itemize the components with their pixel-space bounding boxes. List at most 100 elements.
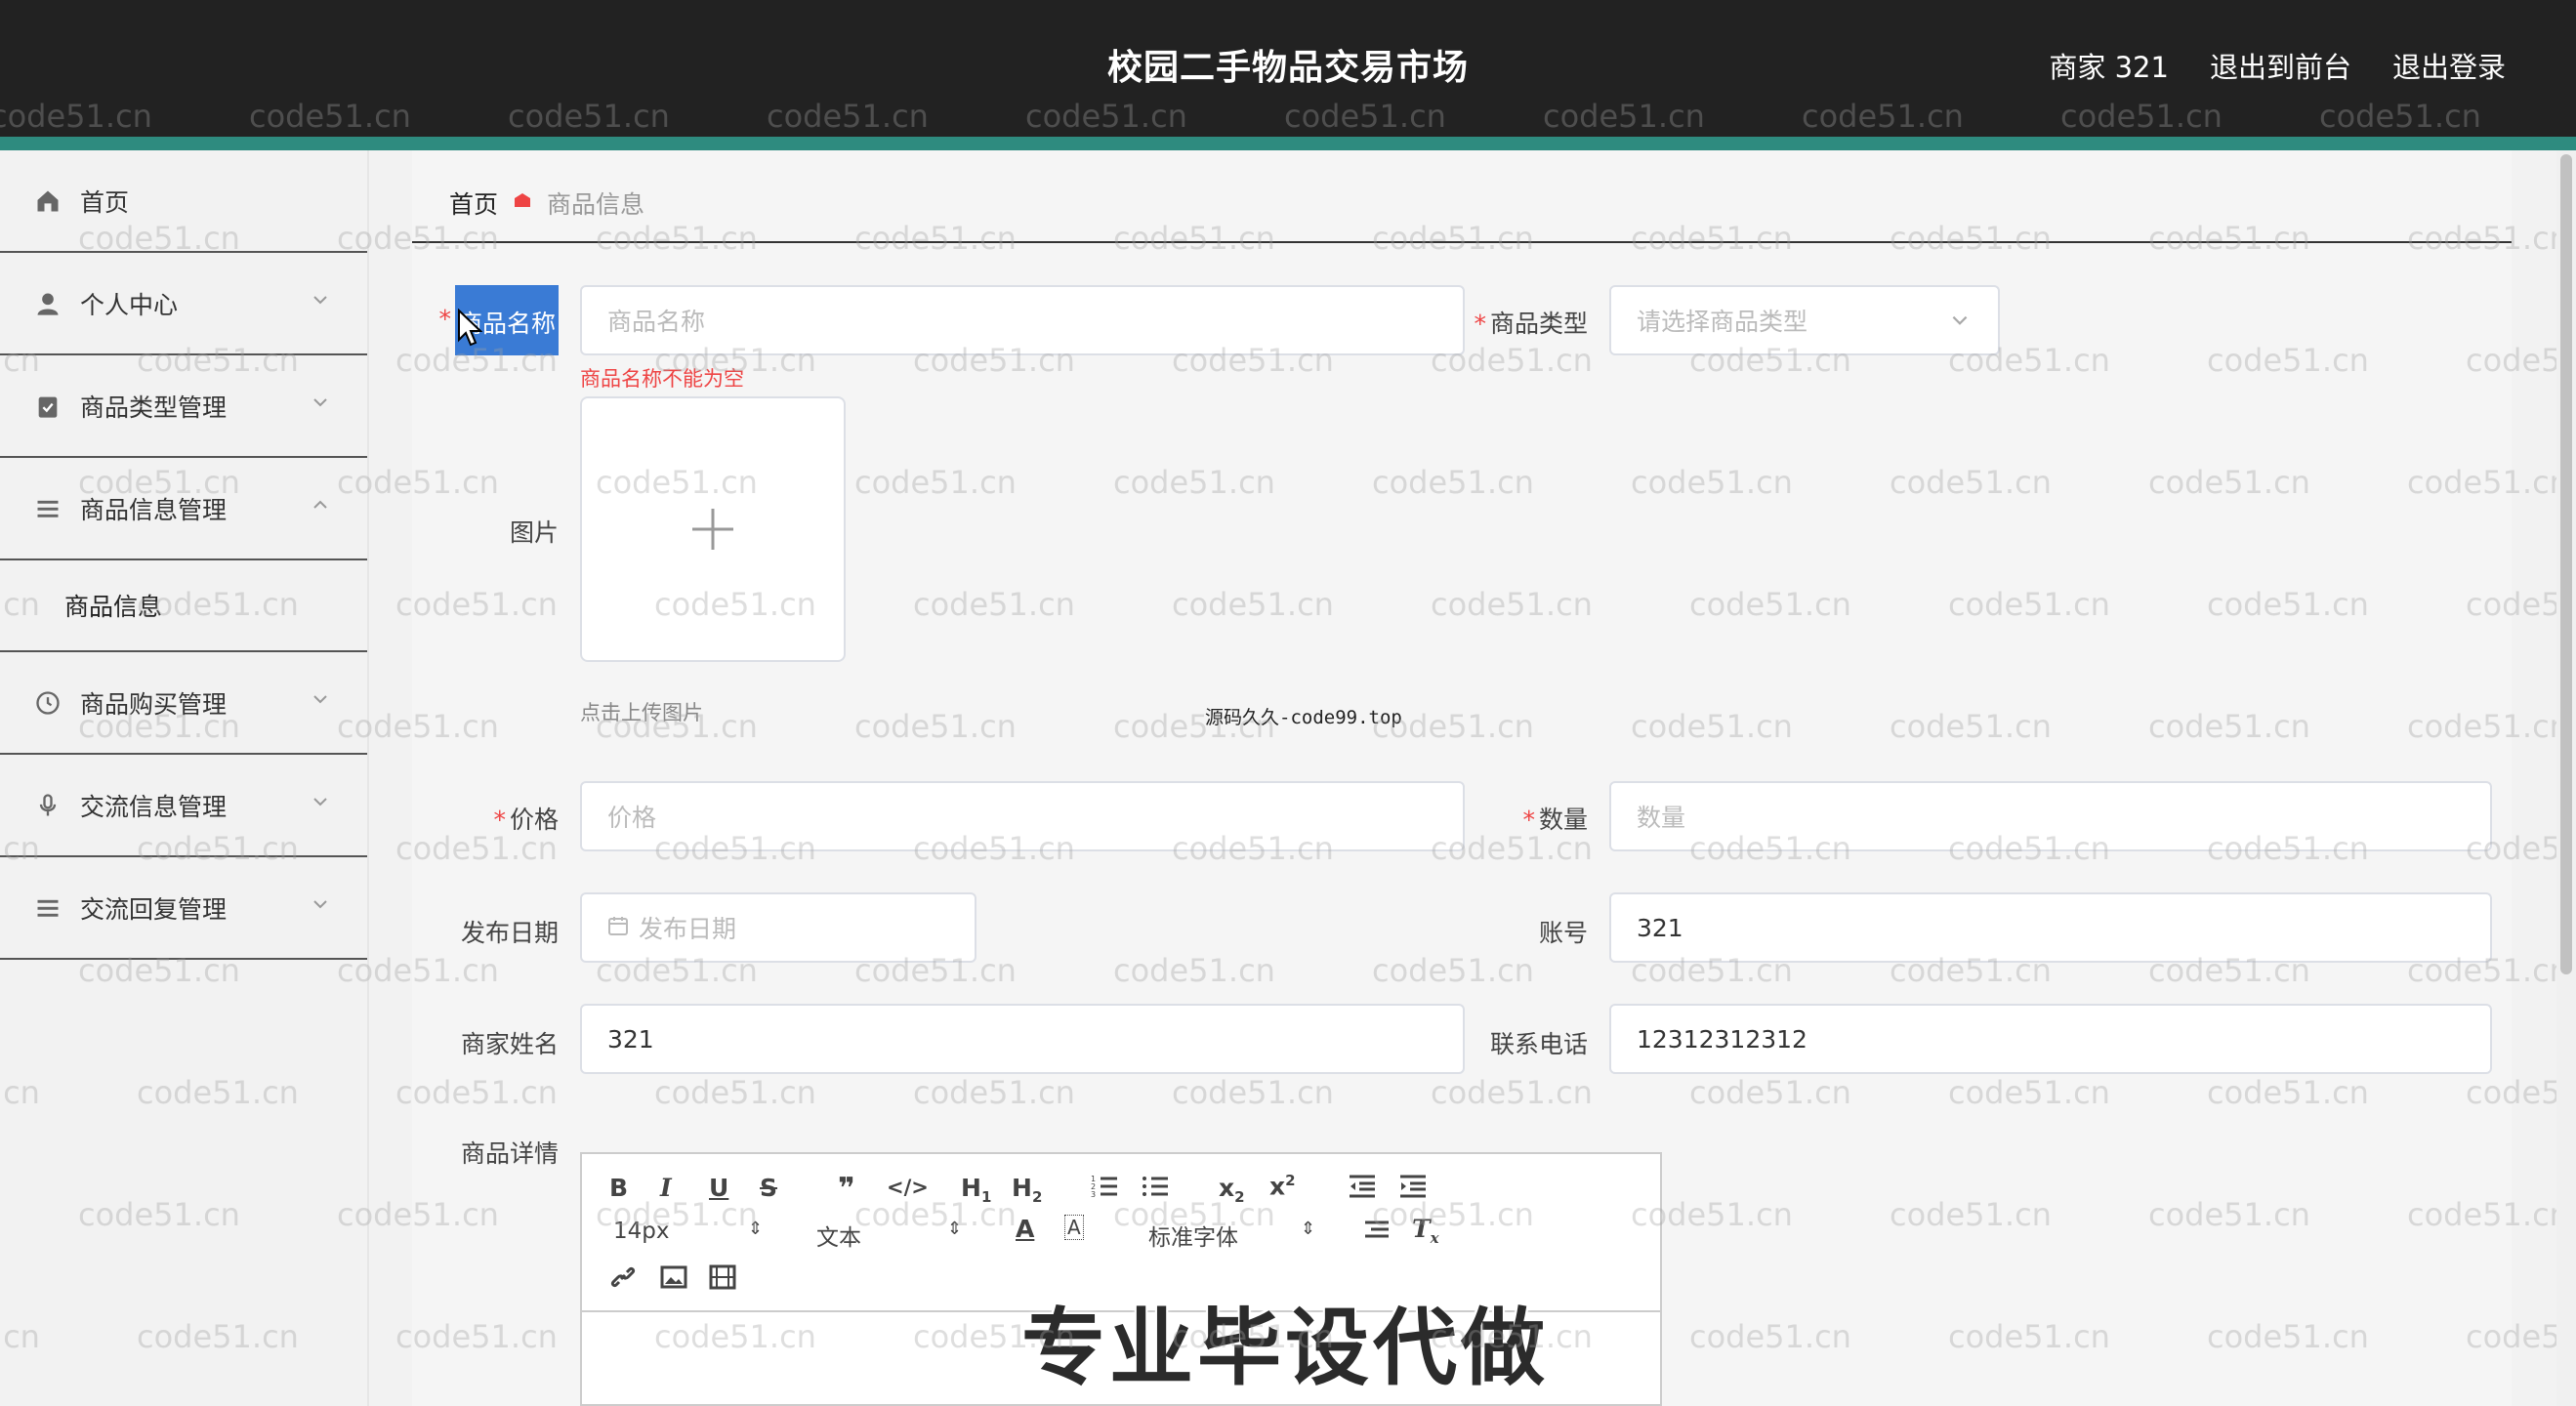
chevron-down-icon [311,689,332,711]
price-label: * 价格 [493,806,559,834]
big-overlay-text: 专业毕设代做 [1021,1300,1549,1397]
font-family-select[interactable]: 标准字体 [1148,1219,1238,1252]
phone-label: 联系电话 [1489,1030,1588,1058]
indent-icon[interactable] [1398,1172,1428,1207]
user-name: 商家 321 [2049,51,2169,84]
breadcrumb: 首页 商品信息 [449,186,644,221]
strike-button[interactable]: S [760,1174,777,1202]
underline-button[interactable]: U [709,1174,728,1202]
font-size-select[interactable]: 14px [613,1219,669,1244]
ordered-list-icon[interactable]: 123 [1090,1172,1119,1207]
merchant-name-input[interactable]: 321 [580,1004,1465,1074]
clock-icon [33,688,62,718]
chevron-down-icon [311,894,332,916]
sidebar-item-exchange[interactable]: 交流信息管理 [0,755,367,857]
image-upload[interactable] [580,396,846,662]
chevron-down-icon [311,792,332,813]
scrollbar-thumb[interactable] [2560,154,2572,974]
name-error: 商品名称不能为空 [580,367,744,391]
type-select-placeholder: 请选择商品类型 [1637,308,1808,336]
background-color-button[interactable]: A [1064,1215,1084,1240]
sidebar-item-category[interactable]: 商品类型管理 [0,355,367,458]
header-accent-bar [0,137,2576,150]
svg-text:3: 3 [1091,1190,1096,1199]
image-label: 图片 [509,518,559,547]
breadcrumb-divider [412,241,2512,243]
center-watermark: 源码久久-code99.top [1205,707,1402,728]
sidebar-item-goods-info[interactable]: 商品信息管理 [0,458,367,560]
list-icon [33,494,62,523]
top-header: 校园二手物品交易市场 商家 321 退出到前台 退出登录 [0,0,2576,137]
breadcrumb-current: 商品信息 [547,190,645,219]
type-label-text: 商品类型 [1489,310,1588,338]
sidebar-item-label: 商品类型管理 [80,393,228,422]
breadcrumb-home[interactable]: 首页 [449,186,498,221]
logout-link[interactable]: 退出登录 [2392,45,2506,86]
type-select[interactable]: 请选择商品类型 [1609,285,2000,355]
calendar-icon [607,914,629,942]
h2-button[interactable]: H2 [1012,1174,1042,1206]
chevron-down-icon [311,393,332,414]
price-label-text: 价格 [509,806,559,834]
sidebar-item-label: 交流回复管理 [80,894,228,924]
sidebar-item-purchase[interactable]: 商品购买管理 [0,652,367,755]
video-icon[interactable] [709,1263,736,1297]
price-input[interactable]: 价格 [580,781,1465,851]
subscript-button[interactable]: x2 [1219,1174,1245,1206]
sidebar-item-label: 商品信息管理 [80,495,228,524]
image-icon[interactable] [660,1263,687,1297]
home-icon [33,186,62,216]
clipboard-icon [33,392,62,421]
sidebar-item-reply[interactable]: 交流回复管理 [0,857,367,960]
h1-button[interactable]: H1 [961,1174,991,1206]
name-input[interactable]: 商品名称 [580,285,1465,355]
qty-label-text: 数量 [1538,806,1588,834]
chevron-down-icon [311,290,332,311]
sidebar-item-label: 交流信息管理 [80,792,228,821]
link-icon[interactable] [609,1263,637,1297]
account-input[interactable]: 321 [1609,892,2492,963]
font-family-arrows-icon: ⇕ [1301,1219,1316,1239]
chevron-down-icon [1949,309,1973,332]
align-icon[interactable] [1363,1217,1391,1250]
bold-button[interactable]: B [609,1174,628,1202]
font-color-button[interactable]: A [1016,1215,1034,1243]
clear-format-button[interactable]: Tx [1412,1215,1439,1247]
font-size-arrows-icon: ⇕ [748,1219,764,1239]
required-mark: * [438,305,452,333]
header-actions: 商家 321 退出到前台 退出登录 [2049,45,2506,86]
list-icon [33,893,62,923]
merchant-name-label: 商家姓名 [460,1030,559,1058]
qty-label: * 数量 [1522,806,1588,834]
back-to-front-link[interactable]: 退出到前台 [2210,45,2351,86]
sidebar-item-home[interactable]: 首页 [0,150,367,253]
sidebar-item-label: 首页 [80,187,130,217]
outdent-icon[interactable] [1348,1172,1377,1207]
date-input[interactable]: 发布日期 [580,892,976,963]
code-button[interactable]: </> [887,1176,929,1199]
date-placeholder: 发布日期 [639,915,737,943]
type-label: * 商品类型 [1474,310,1588,338]
italic-button[interactable]: I [660,1174,672,1202]
sidebar: 首页 个人中心 商品类型管理 商品信息管理 商品信息 商品购买管理 交流信息管理 [0,150,369,1406]
upload-tip: 点击上传图片 [580,701,703,724]
sidebar-item-personal[interactable]: 个人中心 [0,253,367,355]
sidebar-subitem-goods-info[interactable]: 商品信息 [0,560,367,652]
page-scrollbar[interactable] [2556,150,2576,1406]
text-type-arrows-icon: ⇕ [947,1219,963,1239]
breadcrumb-separator-icon [512,189,533,217]
detail-label: 商品详情 [460,1139,559,1168]
date-label: 发布日期 [460,919,559,947]
quote-button[interactable]: ❞ [838,1172,855,1206]
superscript-button[interactable]: x2 [1269,1172,1296,1200]
user-icon [33,289,62,318]
mic-icon [33,791,62,820]
qty-input[interactable]: 数量 [1609,781,2492,851]
chevron-up-icon [311,495,332,517]
mouse-pointer-icon [457,308,483,352]
sidebar-item-label: 个人中心 [80,290,179,319]
plus-icon [692,509,733,550]
phone-input[interactable]: 12312312312 [1609,1004,2492,1074]
text-type-select[interactable]: 文本 [816,1219,861,1252]
bullet-list-icon[interactable] [1141,1172,1170,1207]
